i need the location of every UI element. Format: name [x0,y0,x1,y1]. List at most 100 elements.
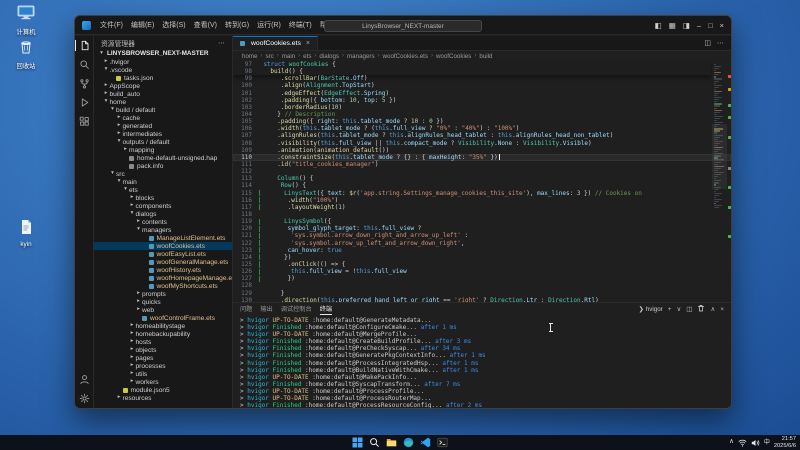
tree-item-cache[interactable]: ▸ cache [94,114,232,122]
tree-item-build_auto[interactable]: ▸ build_auto [94,90,232,98]
new-terminal-icon[interactable]: + [668,306,672,313]
tree-item-homebackupability[interactable]: ▸ homebackupability [94,330,232,338]
tree-item-components[interactable]: ▸ components [94,202,232,210]
desktop-icon-recycle-bin[interactable]: 回收站 [3,39,49,70]
tree-item-processes[interactable]: ▸ processes [94,362,232,370]
tree-item-objects[interactable]: ▸ objects [94,346,232,354]
taskbar-vscode-button[interactable] [420,437,431,448]
tree-item-managers[interactable]: ▾ managers [94,226,232,234]
extensions-icon[interactable] [78,115,91,128]
tree-item-woofCookies.ets[interactable]: woofCookies.ets [94,242,232,250]
breadcrumb-item-dialogs[interactable]: dialogs [319,53,339,60]
tree-item-dialogs[interactable]: ▾ dialogs [94,210,232,218]
tree-item-.vscode[interactable]: ▾ .vscode [94,66,232,74]
input-method-indicator[interactable]: 中 [764,440,770,446]
terminal-dropdown-icon[interactable]: ∨ [677,305,682,313]
tree-item-quicks[interactable]: ▸ quicks [94,298,232,306]
split-editor-icon[interactable]: ◫ [704,39,711,47]
breadcrumb-item-main[interactable]: main [282,53,295,60]
panel-tab-问题[interactable]: 问题 [240,304,252,315]
close-button[interactable]: × [720,22,724,30]
taskbar-start-button[interactable] [352,437,363,448]
tree-item-tasks.json[interactable]: tasks.json [94,74,232,82]
explorer-more-icon[interactable]: ⋯ [218,39,225,47]
tree-item-woofGeneralManage.ets[interactable]: woofGeneralManage.ets [94,258,232,266]
layout-secondary-sidebar-icon[interactable]: ◨ [683,22,690,30]
tree-item-utils[interactable]: ▸ utils [94,370,232,378]
tree-item-.hvigor[interactable]: ▸ .hvigor [94,58,232,66]
breadcrumb-item-build[interactable]: build [479,53,492,60]
tree-item-src[interactable]: ▾ src [94,170,232,178]
command-center[interactable]: LinysBrowser_NEXT-master [324,19,482,32]
taskbar-search-button[interactable] [369,437,380,448]
tree-item-woofEasyList.ets[interactable]: woofEasyList.ets [94,250,232,258]
tree-item-module.json5[interactable]: module.json5 [94,386,232,394]
tree-item-home-default-unsigned.hap[interactable]: home-default-unsigned.hap [94,154,232,162]
tree-item-hosts[interactable]: ▸ hosts [94,338,232,346]
panel-tab-输出[interactable]: 输出 [260,304,272,315]
volume-icon[interactable] [751,434,760,450]
breadcrumb-item-home[interactable]: home [242,53,257,60]
project-root[interactable]: ▾ LINYSBROWSER_NEXT-MASTER [94,49,232,58]
panel-tab-终端[interactable]: 终端 [319,304,333,315]
tree-item-woofHomepageManage.ets[interactable]: woofHomepageManage.ets [94,274,232,282]
tree-item-contents[interactable]: ▸ contents [94,218,232,226]
breadcrumb-item-src[interactable]: src [265,53,273,60]
split-terminal-icon[interactable]: ◫ [686,305,692,313]
desktop-icon-kyin[interactable]: kyin [3,219,49,248]
taskbar-clock[interactable]: 21:57 2025/6/6 [774,436,796,449]
breadcrumb-item-woofCookies.ets[interactable]: woofCookies.ets [383,53,428,60]
explorer-icon[interactable] [75,39,91,52]
tree-item-resources[interactable]: ▸ resources [94,394,232,402]
minimize-button[interactable]: – [697,22,701,30]
tree-item-homeabilitystage[interactable]: ▸ homeabilitystage [94,322,232,330]
tree-item-pages[interactable]: ▸ pages [94,354,232,362]
layout-panel-icon[interactable]: ▦ [669,22,676,30]
code-editor[interactable]: 97 struct woofCookies {98 build() {99 .scro… [233,61,731,302]
panel-tab-调试控制台[interactable]: 调试控制台 [281,304,312,315]
tree-item-main[interactable]: ▾ main [94,178,232,186]
menu-edit[interactable]: 编辑(E) [127,20,158,30]
tree-item-blocks[interactable]: ▸ blocks [94,194,232,202]
breadcrumb-item-ets[interactable]: ets [303,53,311,60]
tree-item-AppScope[interactable]: ▸ AppScope [94,82,232,90]
taskbar-edge-button[interactable] [403,437,414,448]
network-icon[interactable] [738,434,747,450]
tree-item-home[interactable]: ▾ home [94,98,232,106]
close-tab-icon[interactable]: × [306,40,310,47]
taskbar-terminal-button[interactable] [437,437,448,448]
tree-item-prompts[interactable]: ▸ prompts [94,290,232,298]
maximize-button[interactable]: □ [708,22,713,30]
menu-goto[interactable]: 转到(G) [221,20,253,30]
run-debug-icon[interactable] [78,96,91,109]
tray-expand-icon[interactable]: ∧ [729,439,734,446]
account-icon[interactable] [78,373,91,386]
tree-item-web[interactable]: ▸ web [94,306,232,314]
more-actions-icon[interactable]: ⋯ [717,39,724,47]
menu-file[interactable]: 文件(F) [96,20,127,30]
source-control-icon[interactable] [78,77,91,90]
tree-item-ManageListElement.ets[interactable]: ManageListElement.ets [94,234,232,242]
layout-sidebar-icon[interactable]: ◧ [655,22,662,30]
tree-item-outputs-default[interactable]: ▾ outputs / default [94,138,232,146]
tab-woofCookies[interactable]: woofCookies.ets × [233,36,318,50]
tree-item-generated[interactable]: ▸ generated [94,122,232,130]
taskbar-file-explorer-button[interactable] [386,437,397,448]
terminal-instance-hvigor[interactable]: ❯ hvigor [639,306,663,313]
menu-terminal[interactable]: 终端(T) [285,20,316,30]
close-panel-icon[interactable]: × [720,306,724,313]
kill-terminal-icon[interactable] [697,304,705,314]
maximize-panel-icon[interactable]: ∧ [710,305,715,313]
tree-item-woofMyShortcuts.ets[interactable]: woofMyShortcuts.ets [94,282,232,290]
tree-item-woofHistory.ets[interactable]: woofHistory.ets [94,266,232,274]
settings-icon[interactable] [78,392,91,405]
breadcrumb-item-woofCookies[interactable]: woofCookies [436,53,471,60]
menu-selection[interactable]: 选择(S) [158,20,189,30]
tree-item-workers[interactable]: ▸ workers [94,378,232,386]
tree-item-ets[interactable]: ▾ ets [94,186,232,194]
tree-item-pack.info[interactable]: pack.info [94,162,232,170]
tree-item-intermediates[interactable]: ▸ intermediates [94,130,232,138]
tree-item-build-default[interactable]: ▾ build / default [94,106,232,114]
tree-item-mapping[interactable]: ▸ mapping [94,146,232,154]
desktop-icon-computer[interactable]: 计算机 [3,5,49,36]
